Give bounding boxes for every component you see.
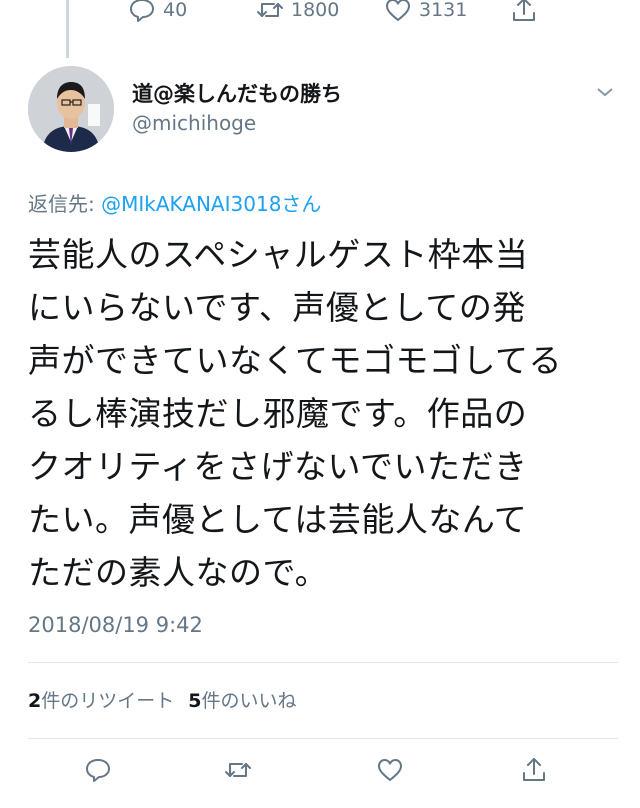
heart-icon	[386, 0, 410, 21]
avatar[interactable]	[28, 66, 114, 152]
profile-photo	[28, 66, 114, 152]
reply-to-prefix: 返信先:	[28, 192, 102, 216]
tweet-text-line: たい。声優としては芸能人なんて	[28, 500, 528, 539]
likes-stat-link[interactable]: 5件のいいね	[188, 690, 296, 712]
previous-like-button[interactable]: 3131	[384, 0, 467, 24]
speech-bubble-icon	[130, 0, 154, 22]
retweet-arrows-icon	[257, 3, 283, 17]
tweet-text: 芸能人のスペシャルゲスト枠本当 にいらないです、声優としての発 声ができていなく…	[28, 228, 618, 599]
user-handle[interactable]: @michihoge	[132, 111, 256, 135]
retweet-label: 件のリツイート	[41, 690, 175, 712]
reply-mention-link[interactable]: @MIkAKANAI3018さん	[101, 192, 321, 216]
tweet-text-line: 芸能人のスペシャルゲスト枠本当	[28, 235, 529, 274]
tweet-timestamp: 2018/08/19 9:42	[28, 613, 203, 637]
reply-button[interactable]	[84, 756, 112, 784]
share-button[interactable]	[520, 756, 548, 784]
like-button[interactable]	[376, 756, 404, 784]
divider	[28, 662, 618, 663]
previous-retweet-count: 1800	[291, 0, 340, 21]
chevron-down-icon	[597, 88, 613, 97]
previous-tweet-action-bar: 40 1800 3131	[0, 0, 640, 32]
tweet-text-line: ただの素人なので。	[28, 553, 329, 592]
previous-share-button[interactable]	[510, 0, 538, 24]
share-upload-icon	[513, 0, 535, 21]
previous-like-count: 3131	[419, 0, 468, 21]
heart-icon	[378, 759, 402, 781]
tweet-text-line: にいらないです、声優としての発	[28, 288, 526, 327]
divider	[28, 738, 618, 739]
tweet-text-line: るし棒演技だし邪魔です。作品の	[28, 394, 528, 433]
tweet-text-line: クオリティをさげないでいただき	[28, 447, 528, 486]
share-upload-icon	[523, 758, 545, 781]
retweets-stat-link[interactable]: 2件のリツイート	[28, 690, 174, 712]
engagement-stats: 2件のリツイート 5件のいいね	[28, 686, 297, 713]
previous-reply-button[interactable]: 40	[128, 0, 187, 24]
like-total: 5	[188, 690, 202, 712]
more-options-button[interactable]	[594, 84, 616, 100]
retweet-arrows-icon	[225, 763, 251, 777]
previous-reply-count: 40	[163, 0, 188, 21]
retweet-button[interactable]	[224, 756, 252, 784]
tweet-action-bar	[0, 756, 640, 796]
like-label: 件のいいね	[201, 690, 297, 712]
previous-retweet-button[interactable]: 1800	[256, 0, 339, 24]
tweet-text-line: 声ができていなくてモゴモゴしてる	[28, 341, 563, 380]
reply-to-line: 返信先: @MIkAKANAI3018さん	[28, 188, 321, 217]
display-name[interactable]: 道@楽しんだもの勝ち	[132, 78, 342, 108]
retweet-total: 2	[28, 690, 42, 712]
speech-bubble-icon	[86, 759, 110, 782]
